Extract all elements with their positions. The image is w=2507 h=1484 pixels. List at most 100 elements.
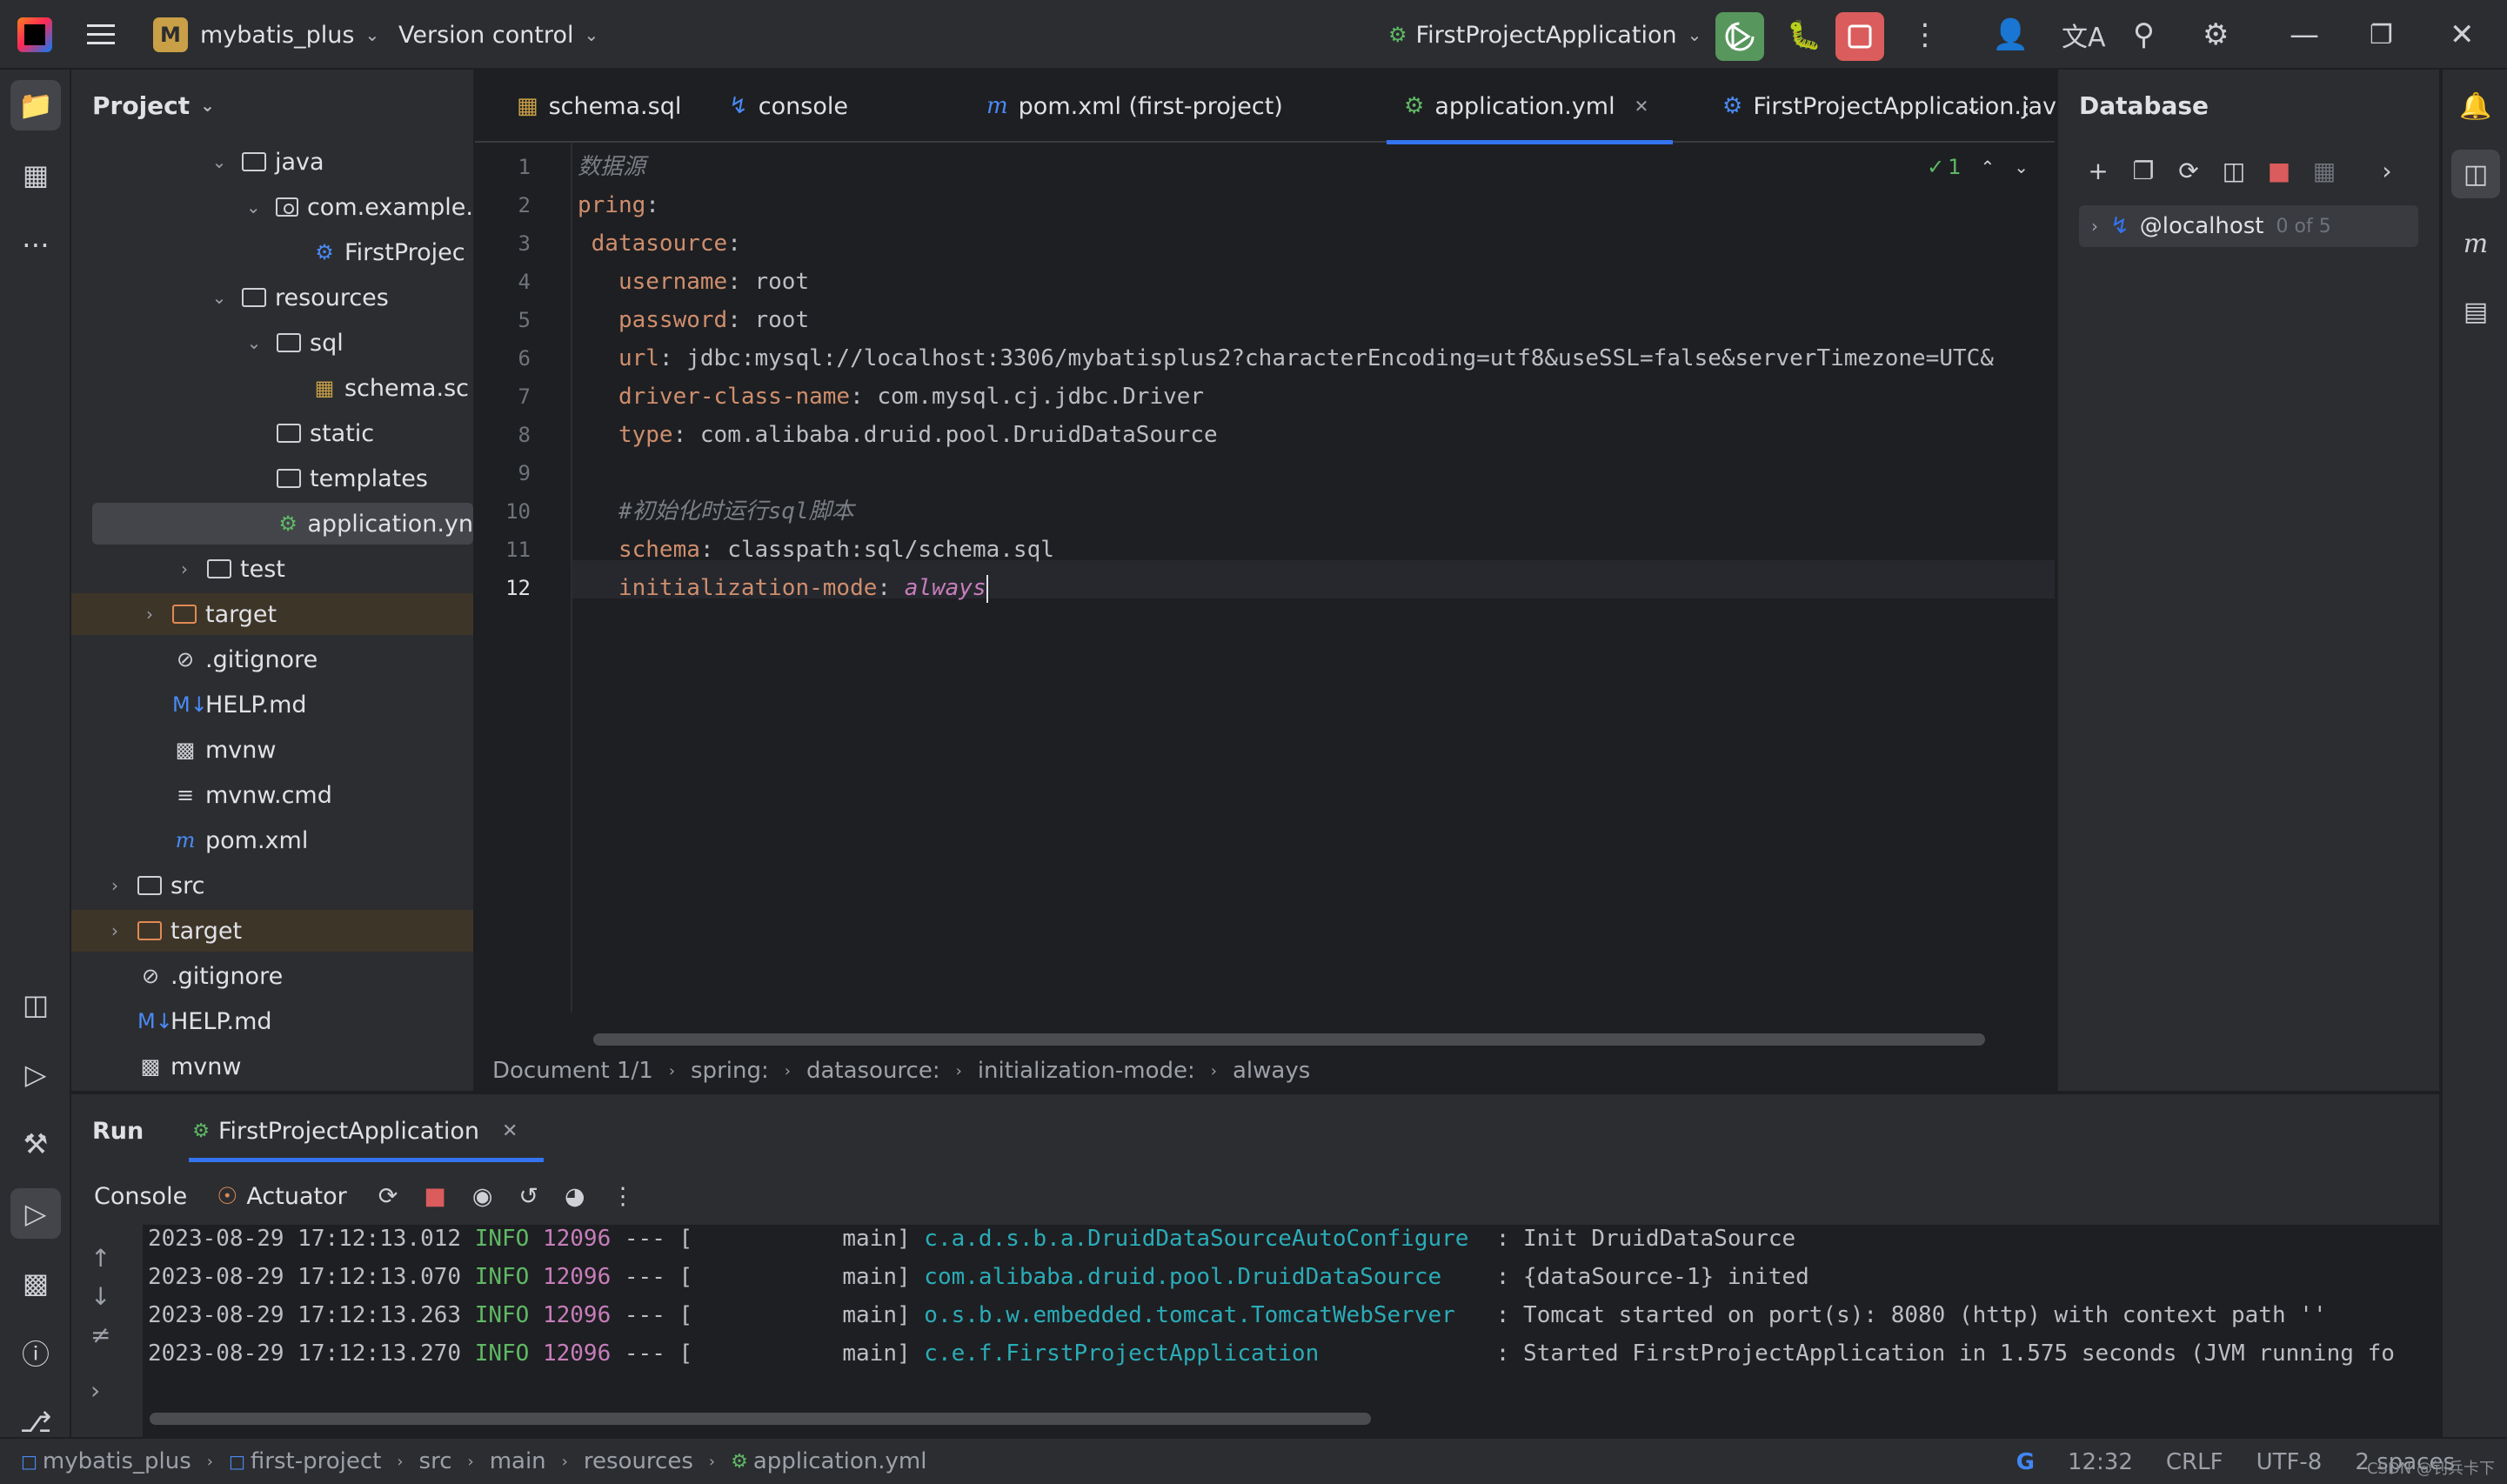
expand-more-icon[interactable]: ›: [90, 1376, 100, 1405]
problems-tool-icon[interactable]: ⓘ: [10, 1327, 61, 1378]
chevron-down-icon[interactable]: ⌄: [245, 332, 263, 353]
breadcrumb-item[interactable]: always: [1233, 1058, 1310, 1084]
editor-tab[interactable]: ↯ console: [729, 70, 848, 143]
chevron-right-icon[interactable]: ›: [106, 920, 124, 941]
tree-item[interactable]: ⌄ resources: [71, 277, 473, 318]
chevron-right-icon[interactable]: ›: [176, 558, 193, 579]
tree-item[interactable]: ≡ mvnw.cmd: [71, 774, 473, 816]
expand-icon[interactable]: ›: [2364, 157, 2410, 185]
tree-item[interactable]: M↓ HELP.md: [71, 1000, 473, 1042]
editor-tab[interactable]: ⚙ FirstProjectApplication.java: [1722, 70, 2071, 143]
inspection-widget[interactable]: ✓ 1 ⌃ ⌄: [1927, 155, 2029, 179]
database-icon[interactable]: ◫: [2451, 150, 2500, 198]
tree-item[interactable]: › test: [71, 548, 473, 590]
add-icon[interactable]: +: [2076, 157, 2121, 185]
profiler-icon[interactable]: ◕: [565, 1183, 585, 1210]
structure-tool-icon[interactable]: ▦: [10, 150, 61, 200]
log-logger[interactable]: c.a.d.s.b.a.DruidDataSourceAutoConfigure: [924, 1226, 1468, 1252]
tree-item[interactable]: ⊘ .gitignore: [71, 638, 473, 680]
search-icon[interactable]: ⚲: [2133, 0, 2155, 70]
run-tool-icon[interactable]: ▷: [10, 1188, 61, 1239]
status-path-item[interactable]: application.yml: [753, 1448, 927, 1474]
chevron-down-icon[interactable]: ⌄: [211, 151, 228, 172]
restore-layout-icon[interactable]: ↺: [518, 1183, 538, 1210]
status-path-item[interactable]: resources: [584, 1448, 693, 1474]
vcs-menu[interactable]: Version control ⌄: [398, 0, 598, 70]
tree-item[interactable]: ⚙ FirstProjec: [71, 231, 473, 273]
tree-item[interactable]: ▦ schema.sc: [71, 367, 473, 409]
tree-item[interactable]: ⚙ application.yn: [92, 503, 473, 545]
log-logger[interactable]: c.e.f.FirstProjectApplication: [924, 1340, 1468, 1367]
log-logger[interactable]: o.s.b.w.embedded.tomcat.TomcatWebServer: [924, 1302, 1468, 1328]
code-with-me-icon[interactable]: 👤: [1992, 0, 2029, 70]
editor-horizontal-scrollbar[interactable]: [593, 1033, 1985, 1046]
stop-icon[interactable]: ■: [424, 1183, 446, 1210]
console-tab[interactable]: Console: [94, 1183, 187, 1210]
close-window-icon[interactable]: ✕: [2450, 0, 2475, 70]
disconnect-icon[interactable]: ■: [2256, 157, 2302, 185]
run-config-selector[interactable]: ⚙ FirstProjectApplication ⌄: [1388, 0, 1701, 70]
project-panel-header[interactable]: Project ⌄: [71, 70, 473, 141]
services-tool-icon[interactable]: ▷: [10, 1049, 61, 1100]
close-icon[interactable]: ✕: [1635, 96, 1649, 117]
log-logger[interactable]: com.alibaba.druid.pool.DruidDataSource: [924, 1264, 1468, 1290]
console-output[interactable]: ↑ ↓ ≠ › 2023-08-29 17:12:13.012 INFO 120…: [71, 1225, 2439, 1439]
rerun-icon[interactable]: ⟳: [378, 1183, 398, 1210]
more-icon[interactable]: ⋮: [612, 1183, 635, 1210]
status-path-item[interactable]: main: [490, 1448, 546, 1474]
status-path-item[interactable]: src: [419, 1448, 452, 1474]
next-highlight-icon[interactable]: ⌄: [2014, 157, 2029, 177]
close-icon[interactable]: ✕: [502, 1120, 518, 1142]
mybatis-icon[interactable]: m: [2451, 219, 2500, 268]
notifications-icon[interactable]: 🔔: [2451, 82, 2500, 130]
tree-item[interactable]: ▩ mvnw: [71, 1046, 473, 1087]
tree-item[interactable]: templates: [71, 458, 473, 499]
debug-button[interactable]: 🐛: [1785, 0, 1823, 70]
file-encoding[interactable]: UTF-8: [2256, 1449, 2323, 1475]
run-tab-first-project-application[interactable]: ⚙ FirstProjectApplication ✕: [189, 1094, 545, 1167]
tree-item[interactable]: ⌄ com.example.: [71, 186, 473, 228]
tree-item[interactable]: m pom.xml: [71, 819, 473, 861]
editor-tab[interactable]: ▦ schema.sql: [517, 70, 681, 143]
more-actions-icon[interactable]: ⋮: [1910, 0, 1940, 70]
status-path-item[interactable]: mybatis_plus: [43, 1448, 191, 1474]
console-horizontal-scrollbar[interactable]: [150, 1413, 1371, 1425]
copy-icon[interactable]: ❐: [2121, 157, 2166, 185]
stop-button[interactable]: [1835, 12, 1884, 61]
tree-item[interactable]: ⊘ .gitignore: [71, 955, 473, 997]
breadcrumb-item[interactable]: datasource:: [806, 1058, 940, 1084]
tree-item[interactable]: static: [71, 412, 473, 454]
caret-position[interactable]: 12:32: [2068, 1449, 2133, 1475]
camera-icon[interactable]: ◉: [472, 1183, 493, 1210]
status-path-item[interactable]: first-project: [251, 1448, 381, 1474]
tree-item[interactable]: ⌄ sql: [71, 322, 473, 364]
scroll-down-icon[interactable]: ↓: [90, 1282, 110, 1311]
breadcrumb-item[interactable]: spring:: [691, 1058, 769, 1084]
soft-wrap-icon[interactable]: ≠: [90, 1320, 110, 1349]
settings-gear-icon[interactable]: ⚙: [2203, 0, 2229, 70]
breadcrumb-item[interactable]: initialization-mode:: [978, 1058, 1195, 1084]
rerun-button[interactable]: [1715, 12, 1764, 61]
tree-item[interactable]: › src: [71, 865, 473, 906]
schema-icon[interactable]: ◫: [2211, 157, 2256, 185]
chevron-down-icon[interactable]: ⌄: [245, 197, 262, 217]
minimize-window-icon[interactable]: —: [2290, 0, 2319, 70]
database-tool-icon[interactable]: ◫: [10, 979, 61, 1030]
actuator-tab[interactable]: Actuator: [246, 1183, 346, 1210]
tree-item[interactable]: M↓ HELP.md: [71, 684, 473, 725]
ai-assistant-icon[interactable]: ▤: [2451, 287, 2500, 336]
table-view-icon[interactable]: ▦: [2302, 157, 2347, 185]
build-tool-icon[interactable]: ⚒: [10, 1119, 61, 1169]
main-menu-icon[interactable]: [85, 0, 120, 70]
refresh-icon[interactable]: ⟳: [2166, 157, 2211, 185]
breadcrumb-item[interactable]: Document 1/1: [492, 1058, 653, 1084]
terminal-tool-icon[interactable]: ▩: [10, 1258, 61, 1308]
tree-item[interactable]: ▩ mvnw: [71, 729, 473, 771]
tree-item[interactable]: › target: [71, 593, 473, 635]
datasource-item[interactable]: › ↯ @localhost 0 of 5: [2079, 205, 2418, 247]
more-tools-icon[interactable]: ⋯: [10, 219, 61, 270]
editor-tab[interactable]: ⚙ application.yml ✕: [1386, 70, 1674, 144]
previous-highlight-icon[interactable]: ⌃: [1980, 157, 1995, 177]
restore-window-icon[interactable]: ❐: [2370, 0, 2393, 70]
tree-item[interactable]: › target: [71, 910, 473, 952]
